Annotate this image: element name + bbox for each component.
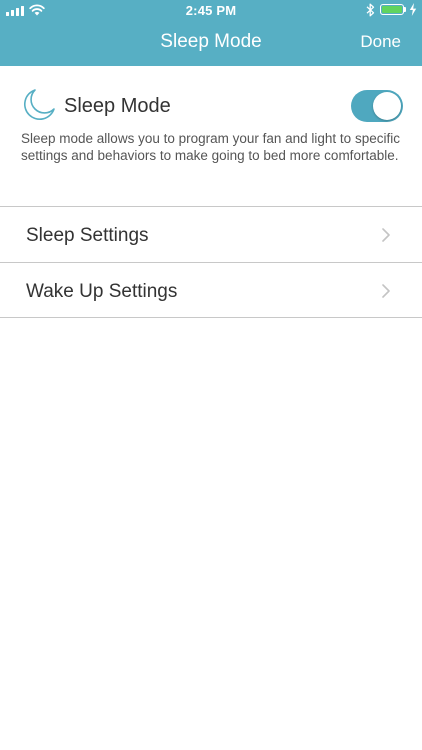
settings-list: Sleep Settings Wake Up Settings	[0, 206, 422, 318]
list-item-label: Wake Up Settings	[26, 281, 178, 302]
charging-bolt-icon	[409, 3, 417, 16]
sleep-mode-toggle[interactable]	[351, 90, 403, 122]
sleep-mode-label: Sleep Mode	[64, 95, 171, 117]
page-title: Sleep Mode	[160, 31, 262, 52]
bluetooth-icon	[366, 3, 375, 17]
list-item-label: Sleep Settings	[26, 225, 149, 246]
list-item-wake-up-settings[interactable]: Wake Up Settings	[0, 262, 422, 318]
moon-icon	[23, 89, 55, 121]
list-item-sleep-settings[interactable]: Sleep Settings	[0, 206, 422, 262]
battery-fill	[382, 6, 402, 13]
sleep-mode-row: Sleep Mode	[0, 88, 422, 124]
chevron-right-icon	[382, 284, 390, 298]
battery-icon	[380, 4, 404, 15]
done-button[interactable]: Done	[360, 32, 401, 52]
header-bar: 2:45 PM Sleep Mode Done	[0, 0, 422, 66]
toggle-knob	[373, 92, 401, 120]
status-time: 2:45 PM	[185, 3, 237, 18]
status-bar: 2:45 PM	[0, 0, 422, 22]
battery-nub	[404, 7, 406, 12]
sleep-mode-description: Sleep mode allows you to program your fa…	[21, 131, 400, 163]
chevron-right-icon	[382, 228, 390, 242]
